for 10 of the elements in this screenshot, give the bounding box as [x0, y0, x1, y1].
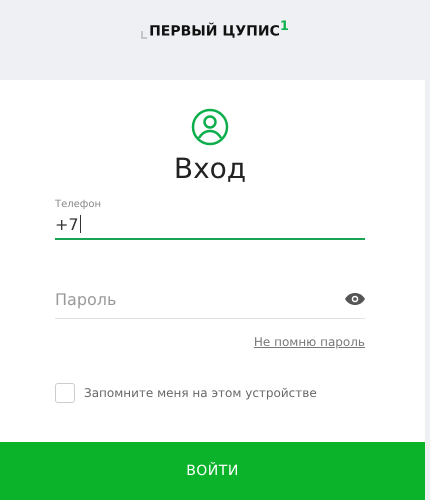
corner-icon — [141, 31, 148, 40]
remember-label: Запомните меня на этом устройстве — [84, 386, 317, 400]
remember-checkbox[interactable] — [55, 383, 75, 403]
phone-field[interactable]: +7 — [55, 210, 365, 240]
phone-label: Телефон — [55, 199, 102, 210]
login-title: Вход — [174, 152, 246, 185]
user-icon — [191, 108, 229, 146]
forgot-password-link[interactable]: Не помню пароль — [254, 335, 365, 349]
eye-icon[interactable] — [345, 293, 365, 305]
login-button[interactable]: ВОЙТИ — [0, 442, 425, 500]
